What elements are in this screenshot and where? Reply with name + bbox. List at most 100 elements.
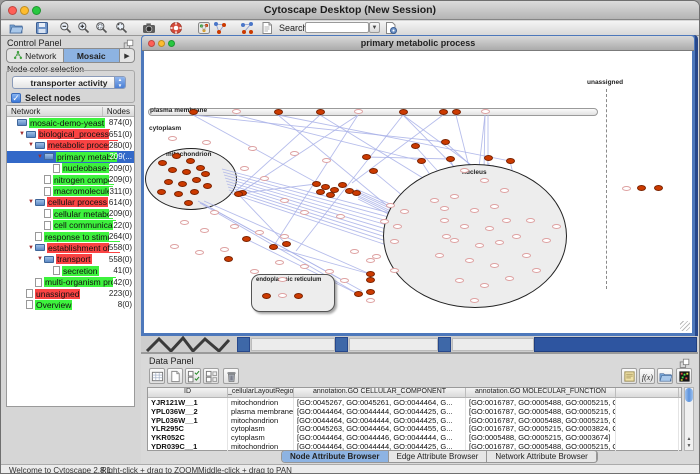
tree-row[interactable]: cellular metabo209(0) <box>7 208 134 219</box>
edit-note-icon[interactable] <box>621 368 637 384</box>
gene-node-open[interactable] <box>400 209 409 214</box>
delete-trash-icon[interactable] <box>223 368 239 384</box>
tab-node-attribute-browser[interactable]: Node Attribute Browser <box>282 451 389 462</box>
gene-node-open[interactable] <box>386 203 395 208</box>
gene-node-open[interactable] <box>168 136 177 141</box>
gene-node-open[interactable] <box>240 166 249 171</box>
gene-node[interactable] <box>172 153 181 159</box>
annotation-icon[interactable] <box>260 21 274 35</box>
gene-node[interactable] <box>192 177 201 183</box>
gene-node-open[interactable] <box>278 277 287 282</box>
gene-node-open[interactable] <box>280 198 289 203</box>
gene-node-open[interactable] <box>502 218 511 223</box>
gene-node[interactable] <box>274 109 283 115</box>
search-input[interactable] <box>305 22 369 33</box>
gene-node-open[interactable] <box>490 204 499 209</box>
save-icon[interactable] <box>35 21 49 35</box>
gene-node[interactable] <box>242 236 251 242</box>
table-row[interactable]: YPL036W__1mitochondrion[GO:0044464, GO:0… <box>148 416 681 425</box>
gene-node-open[interactable] <box>300 264 309 269</box>
tree-row[interactable]: ▼transport558(0) <box>7 254 134 265</box>
gene-node-open[interactable] <box>500 188 509 193</box>
network-canvas[interactable]: plasma membrane cytoplasm mitochondrion … <box>144 51 692 333</box>
gene-node[interactable] <box>262 293 271 299</box>
select-nodes-checkbox[interactable]: ✓ <box>11 93 21 103</box>
gene-node[interactable] <box>338 182 347 188</box>
gene-node[interactable] <box>452 109 461 115</box>
gene-node-open[interactable] <box>366 298 375 303</box>
zoom-out-icon[interactable] <box>59 21 73 35</box>
network-view-titlebar[interactable]: primary metabolic process <box>142 36 694 51</box>
gene-node-open[interactable] <box>450 238 459 243</box>
column-header[interactable]: ID <box>148 388 228 397</box>
gene-node-open[interactable] <box>336 214 345 219</box>
zoom-in-icon[interactable] <box>77 21 91 35</box>
gene-node[interactable] <box>186 158 195 164</box>
zoom-fit-icon[interactable] <box>115 21 129 35</box>
select-all-icon[interactable] <box>185 368 201 384</box>
tab-overflow-arrow[interactable]: ▶ <box>120 49 134 62</box>
gene-node-open[interactable] <box>210 210 219 215</box>
camera-icon[interactable] <box>142 21 156 35</box>
tree-row[interactable]: nucleobase-209(0) <box>7 163 134 174</box>
gene-node[interactable] <box>269 244 278 250</box>
new-attribute-icon[interactable] <box>167 368 183 384</box>
gene-node-open[interactable] <box>278 293 287 298</box>
unselect-all-icon[interactable] <box>203 368 219 384</box>
gene-node[interactable] <box>362 154 371 160</box>
gene-node-open[interactable] <box>455 278 464 283</box>
gene-node-open[interactable] <box>460 168 469 173</box>
gene-node-open[interactable] <box>481 109 490 114</box>
tree-row[interactable]: multi-organism pro42(0) <box>7 276 134 287</box>
tree-row[interactable]: ▼primary metabo209(... <box>7 151 134 162</box>
table-row[interactable]: YLR295Ccytoplasm[GO:0045263, GO:0044464,… <box>148 424 681 433</box>
gene-node[interactable] <box>439 109 448 115</box>
tree-row[interactable]: ▼establishment of lo558(0) <box>7 242 134 253</box>
tab-network-attribute-browser[interactable]: Network Attribute Browser <box>487 451 596 462</box>
gene-node-open[interactable] <box>393 224 402 229</box>
gene-node[interactable] <box>164 179 173 185</box>
gene-node-open[interactable] <box>250 269 259 274</box>
gene-node[interactable] <box>316 109 325 115</box>
gene-node[interactable] <box>282 241 291 247</box>
column-header[interactable]: annotation.GO CELLULAR_COMPONENT <box>294 388 466 397</box>
gene-node[interactable] <box>189 109 198 115</box>
tree-row[interactable]: ▼biological_process651(0) <box>7 128 134 139</box>
gene-node-open[interactable] <box>505 276 514 281</box>
gene-node[interactable] <box>234 191 243 197</box>
column-header[interactable]: annotation.GO MOLECULAR_FUNCTION <box>466 388 616 397</box>
gene-node-open[interactable] <box>465 258 474 263</box>
control-panel-float-icon[interactable] <box>123 37 134 48</box>
tree-row[interactable]: secretion41(0) <box>7 265 134 276</box>
gene-node-open[interactable] <box>195 250 204 255</box>
gene-node-open[interactable] <box>440 218 449 223</box>
gene-node[interactable] <box>201 171 210 177</box>
gene-node-open[interactable] <box>532 268 541 273</box>
gene-node-open[interactable] <box>542 238 551 243</box>
data-panel-float-icon[interactable] <box>679 356 690 367</box>
search-dropdown-arrow[interactable]: ▼ <box>369 22 380 33</box>
gene-node-open[interactable] <box>440 206 449 211</box>
tree-row[interactable]: unassigned223(0) <box>7 288 134 299</box>
gene-node-open[interactable] <box>485 226 494 231</box>
gene-node[interactable] <box>190 189 199 195</box>
gene-node[interactable] <box>506 158 515 164</box>
tree-row[interactable]: ▼metabolic process280(0) <box>7 140 134 151</box>
gene-node[interactable] <box>446 156 455 162</box>
gene-node[interactable] <box>399 109 408 115</box>
tree-row[interactable]: ▼cellular process614(0) <box>7 197 134 208</box>
column-header[interactable]: _cellularLayoutRegion <box>228 388 294 397</box>
gene-node-open[interactable] <box>322 158 331 163</box>
gene-node-open[interactable] <box>522 253 531 258</box>
expander-icon[interactable]: ▼ <box>28 199 35 205</box>
gene-node[interactable] <box>654 185 663 191</box>
gene-node[interactable] <box>224 256 233 262</box>
gene-node-open[interactable] <box>170 244 179 249</box>
gene-node[interactable] <box>326 192 335 198</box>
gene-node-open[interactable] <box>470 208 479 213</box>
gene-node[interactable] <box>178 181 187 187</box>
table-row[interactable]: YPL036W__2plasma membrane[GO:0044464, GO… <box>148 407 681 416</box>
gene-node-open[interactable] <box>442 234 451 239</box>
tab-mosaic[interactable]: Mosaic <box>64 49 121 62</box>
open-folder-icon[interactable] <box>9 21 23 35</box>
